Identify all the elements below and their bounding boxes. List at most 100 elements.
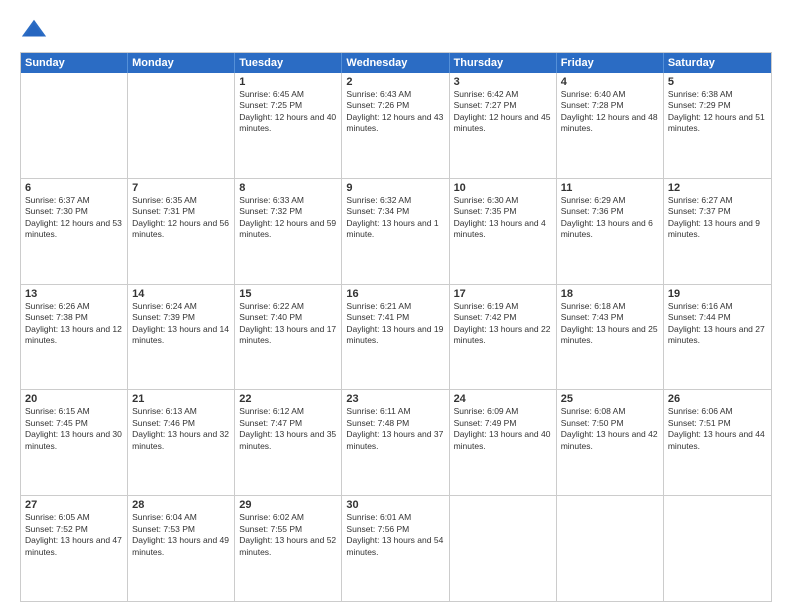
- calendar-cell: 26Sunrise: 6:06 AM Sunset: 7:51 PM Dayli…: [664, 390, 771, 495]
- sun-info: Sunrise: 6:11 AM Sunset: 7:48 PM Dayligh…: [346, 406, 444, 452]
- day-number: 7: [132, 182, 230, 194]
- weekday-header: Thursday: [450, 53, 557, 73]
- sun-info: Sunrise: 6:12 AM Sunset: 7:47 PM Dayligh…: [239, 406, 337, 452]
- sun-info: Sunrise: 6:38 AM Sunset: 7:29 PM Dayligh…: [668, 89, 767, 135]
- sun-info: Sunrise: 6:05 AM Sunset: 7:52 PM Dayligh…: [25, 512, 123, 558]
- calendar-cell: 11Sunrise: 6:29 AM Sunset: 7:36 PM Dayli…: [557, 179, 664, 284]
- calendar-header-row: SundayMondayTuesdayWednesdayThursdayFrid…: [21, 53, 771, 73]
- calendar-cell: 8Sunrise: 6:33 AM Sunset: 7:32 PM Daylig…: [235, 179, 342, 284]
- day-number: 2: [346, 76, 444, 88]
- header: [20, 16, 772, 44]
- day-number: 26: [668, 393, 767, 405]
- day-number: 4: [561, 76, 659, 88]
- day-number: 30: [346, 499, 444, 511]
- calendar-row: 13Sunrise: 6:26 AM Sunset: 7:38 PM Dayli…: [21, 284, 771, 390]
- calendar-cell: 12Sunrise: 6:27 AM Sunset: 7:37 PM Dayli…: [664, 179, 771, 284]
- sun-info: Sunrise: 6:19 AM Sunset: 7:42 PM Dayligh…: [454, 301, 552, 347]
- day-number: 6: [25, 182, 123, 194]
- sun-info: Sunrise: 6:29 AM Sunset: 7:36 PM Dayligh…: [561, 195, 659, 241]
- calendar-row: 1Sunrise: 6:45 AM Sunset: 7:25 PM Daylig…: [21, 73, 771, 178]
- sun-info: Sunrise: 6:24 AM Sunset: 7:39 PM Dayligh…: [132, 301, 230, 347]
- sun-info: Sunrise: 6:40 AM Sunset: 7:28 PM Dayligh…: [561, 89, 659, 135]
- calendar-cell: 15Sunrise: 6:22 AM Sunset: 7:40 PM Dayli…: [235, 285, 342, 390]
- calendar-cell: [21, 73, 128, 178]
- day-number: 18: [561, 288, 659, 300]
- sun-info: Sunrise: 6:01 AM Sunset: 7:56 PM Dayligh…: [346, 512, 444, 558]
- day-number: 21: [132, 393, 230, 405]
- calendar-cell: 18Sunrise: 6:18 AM Sunset: 7:43 PM Dayli…: [557, 285, 664, 390]
- calendar-row: 27Sunrise: 6:05 AM Sunset: 7:52 PM Dayli…: [21, 495, 771, 601]
- weekday-header: Wednesday: [342, 53, 449, 73]
- sun-info: Sunrise: 6:18 AM Sunset: 7:43 PM Dayligh…: [561, 301, 659, 347]
- sun-info: Sunrise: 6:15 AM Sunset: 7:45 PM Dayligh…: [25, 406, 123, 452]
- calendar-cell: [128, 73, 235, 178]
- day-number: 1: [239, 76, 337, 88]
- calendar-cell: 29Sunrise: 6:02 AM Sunset: 7:55 PM Dayli…: [235, 496, 342, 601]
- calendar-cell: 7Sunrise: 6:35 AM Sunset: 7:31 PM Daylig…: [128, 179, 235, 284]
- calendar-row: 20Sunrise: 6:15 AM Sunset: 7:45 PM Dayli…: [21, 389, 771, 495]
- calendar-cell: 16Sunrise: 6:21 AM Sunset: 7:41 PM Dayli…: [342, 285, 449, 390]
- calendar-row: 6Sunrise: 6:37 AM Sunset: 7:30 PM Daylig…: [21, 178, 771, 284]
- day-number: 3: [454, 76, 552, 88]
- day-number: 29: [239, 499, 337, 511]
- calendar-cell: 20Sunrise: 6:15 AM Sunset: 7:45 PM Dayli…: [21, 390, 128, 495]
- day-number: 22: [239, 393, 337, 405]
- calendar-cell: 23Sunrise: 6:11 AM Sunset: 7:48 PM Dayli…: [342, 390, 449, 495]
- day-number: 28: [132, 499, 230, 511]
- sun-info: Sunrise: 6:42 AM Sunset: 7:27 PM Dayligh…: [454, 89, 552, 135]
- day-number: 23: [346, 393, 444, 405]
- day-number: 14: [132, 288, 230, 300]
- sun-info: Sunrise: 6:22 AM Sunset: 7:40 PM Dayligh…: [239, 301, 337, 347]
- calendar-cell: 14Sunrise: 6:24 AM Sunset: 7:39 PM Dayli…: [128, 285, 235, 390]
- sun-info: Sunrise: 6:26 AM Sunset: 7:38 PM Dayligh…: [25, 301, 123, 347]
- day-number: 10: [454, 182, 552, 194]
- day-number: 16: [346, 288, 444, 300]
- calendar-cell: 24Sunrise: 6:09 AM Sunset: 7:49 PM Dayli…: [450, 390, 557, 495]
- day-number: 13: [25, 288, 123, 300]
- calendar-cell: 30Sunrise: 6:01 AM Sunset: 7:56 PM Dayli…: [342, 496, 449, 601]
- calendar-cell: 25Sunrise: 6:08 AM Sunset: 7:50 PM Dayli…: [557, 390, 664, 495]
- day-number: 12: [668, 182, 767, 194]
- day-number: 17: [454, 288, 552, 300]
- calendar-cell: 13Sunrise: 6:26 AM Sunset: 7:38 PM Dayli…: [21, 285, 128, 390]
- calendar: SundayMondayTuesdayWednesdayThursdayFrid…: [20, 52, 772, 602]
- sun-info: Sunrise: 6:35 AM Sunset: 7:31 PM Dayligh…: [132, 195, 230, 241]
- weekday-header: Sunday: [21, 53, 128, 73]
- logo: [20, 16, 52, 44]
- sun-info: Sunrise: 6:13 AM Sunset: 7:46 PM Dayligh…: [132, 406, 230, 452]
- weekday-header: Friday: [557, 53, 664, 73]
- day-number: 25: [561, 393, 659, 405]
- calendar-cell: 6Sunrise: 6:37 AM Sunset: 7:30 PM Daylig…: [21, 179, 128, 284]
- sun-info: Sunrise: 6:09 AM Sunset: 7:49 PM Dayligh…: [454, 406, 552, 452]
- calendar-cell: 17Sunrise: 6:19 AM Sunset: 7:42 PM Dayli…: [450, 285, 557, 390]
- logo-icon: [20, 16, 48, 44]
- calendar-cell: 4Sunrise: 6:40 AM Sunset: 7:28 PM Daylig…: [557, 73, 664, 178]
- calendar-cell: [557, 496, 664, 601]
- day-number: 24: [454, 393, 552, 405]
- sun-info: Sunrise: 6:37 AM Sunset: 7:30 PM Dayligh…: [25, 195, 123, 241]
- weekday-header: Tuesday: [235, 53, 342, 73]
- calendar-cell: 2Sunrise: 6:43 AM Sunset: 7:26 PM Daylig…: [342, 73, 449, 178]
- sun-info: Sunrise: 6:30 AM Sunset: 7:35 PM Dayligh…: [454, 195, 552, 241]
- weekday-header: Monday: [128, 53, 235, 73]
- sun-info: Sunrise: 6:43 AM Sunset: 7:26 PM Dayligh…: [346, 89, 444, 135]
- calendar-cell: 21Sunrise: 6:13 AM Sunset: 7:46 PM Dayli…: [128, 390, 235, 495]
- day-number: 9: [346, 182, 444, 194]
- day-number: 27: [25, 499, 123, 511]
- calendar-cell: 22Sunrise: 6:12 AM Sunset: 7:47 PM Dayli…: [235, 390, 342, 495]
- calendar-cell: 5Sunrise: 6:38 AM Sunset: 7:29 PM Daylig…: [664, 73, 771, 178]
- sun-info: Sunrise: 6:16 AM Sunset: 7:44 PM Dayligh…: [668, 301, 767, 347]
- day-number: 20: [25, 393, 123, 405]
- sun-info: Sunrise: 6:21 AM Sunset: 7:41 PM Dayligh…: [346, 301, 444, 347]
- sun-info: Sunrise: 6:45 AM Sunset: 7:25 PM Dayligh…: [239, 89, 337, 135]
- sun-info: Sunrise: 6:27 AM Sunset: 7:37 PM Dayligh…: [668, 195, 767, 241]
- calendar-cell: 10Sunrise: 6:30 AM Sunset: 7:35 PM Dayli…: [450, 179, 557, 284]
- calendar-cell: [450, 496, 557, 601]
- calendar-cell: 1Sunrise: 6:45 AM Sunset: 7:25 PM Daylig…: [235, 73, 342, 178]
- page: SundayMondayTuesdayWednesdayThursdayFrid…: [0, 0, 792, 612]
- calendar-cell: [664, 496, 771, 601]
- sun-info: Sunrise: 6:08 AM Sunset: 7:50 PM Dayligh…: [561, 406, 659, 452]
- calendar-cell: 19Sunrise: 6:16 AM Sunset: 7:44 PM Dayli…: [664, 285, 771, 390]
- sun-info: Sunrise: 6:32 AM Sunset: 7:34 PM Dayligh…: [346, 195, 444, 241]
- day-number: 15: [239, 288, 337, 300]
